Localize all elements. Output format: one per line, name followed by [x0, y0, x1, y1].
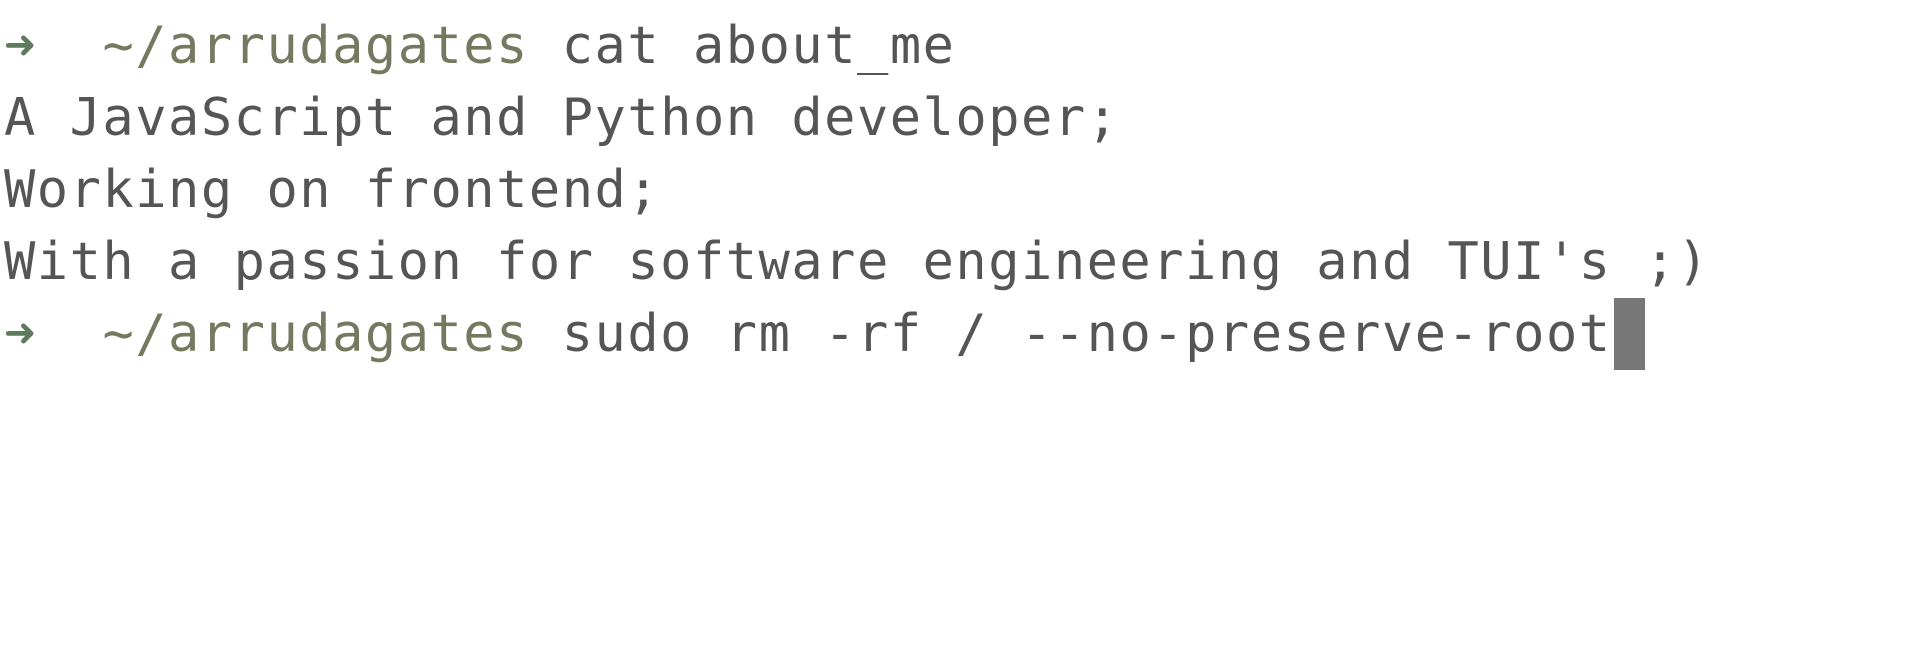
command-input[interactable]: sudo rm -rf / --no-preserve-root — [562, 304, 1612, 364]
prompt-arrow-icon: ➜ — [4, 304, 37, 364]
text-cursor — [1613, 298, 1645, 370]
prompt-path: ~/arrudagates — [102, 16, 529, 76]
prompt-arrow-icon: ➜ — [4, 16, 37, 76]
prompt-line-2[interactable]: ➜ ~/arrudagates sudo rm -rf / --no-prese… — [4, 298, 1920, 370]
output-line: Working on frontend; — [4, 160, 661, 220]
prompt-line-1: ➜ ~/arrudagates cat about_me — [4, 10, 1920, 82]
terminal-window[interactable]: ➜ ~/arrudagates cat about_me A JavaScrip… — [0, 0, 1920, 650]
command-text: cat about_me — [561, 16, 956, 76]
prompt-path: ~/arrudagates — [102, 304, 529, 364]
output-line: With a passion for software engineering … — [4, 232, 1710, 292]
output-line: A JavaScript and Python developer; — [4, 88, 1120, 148]
